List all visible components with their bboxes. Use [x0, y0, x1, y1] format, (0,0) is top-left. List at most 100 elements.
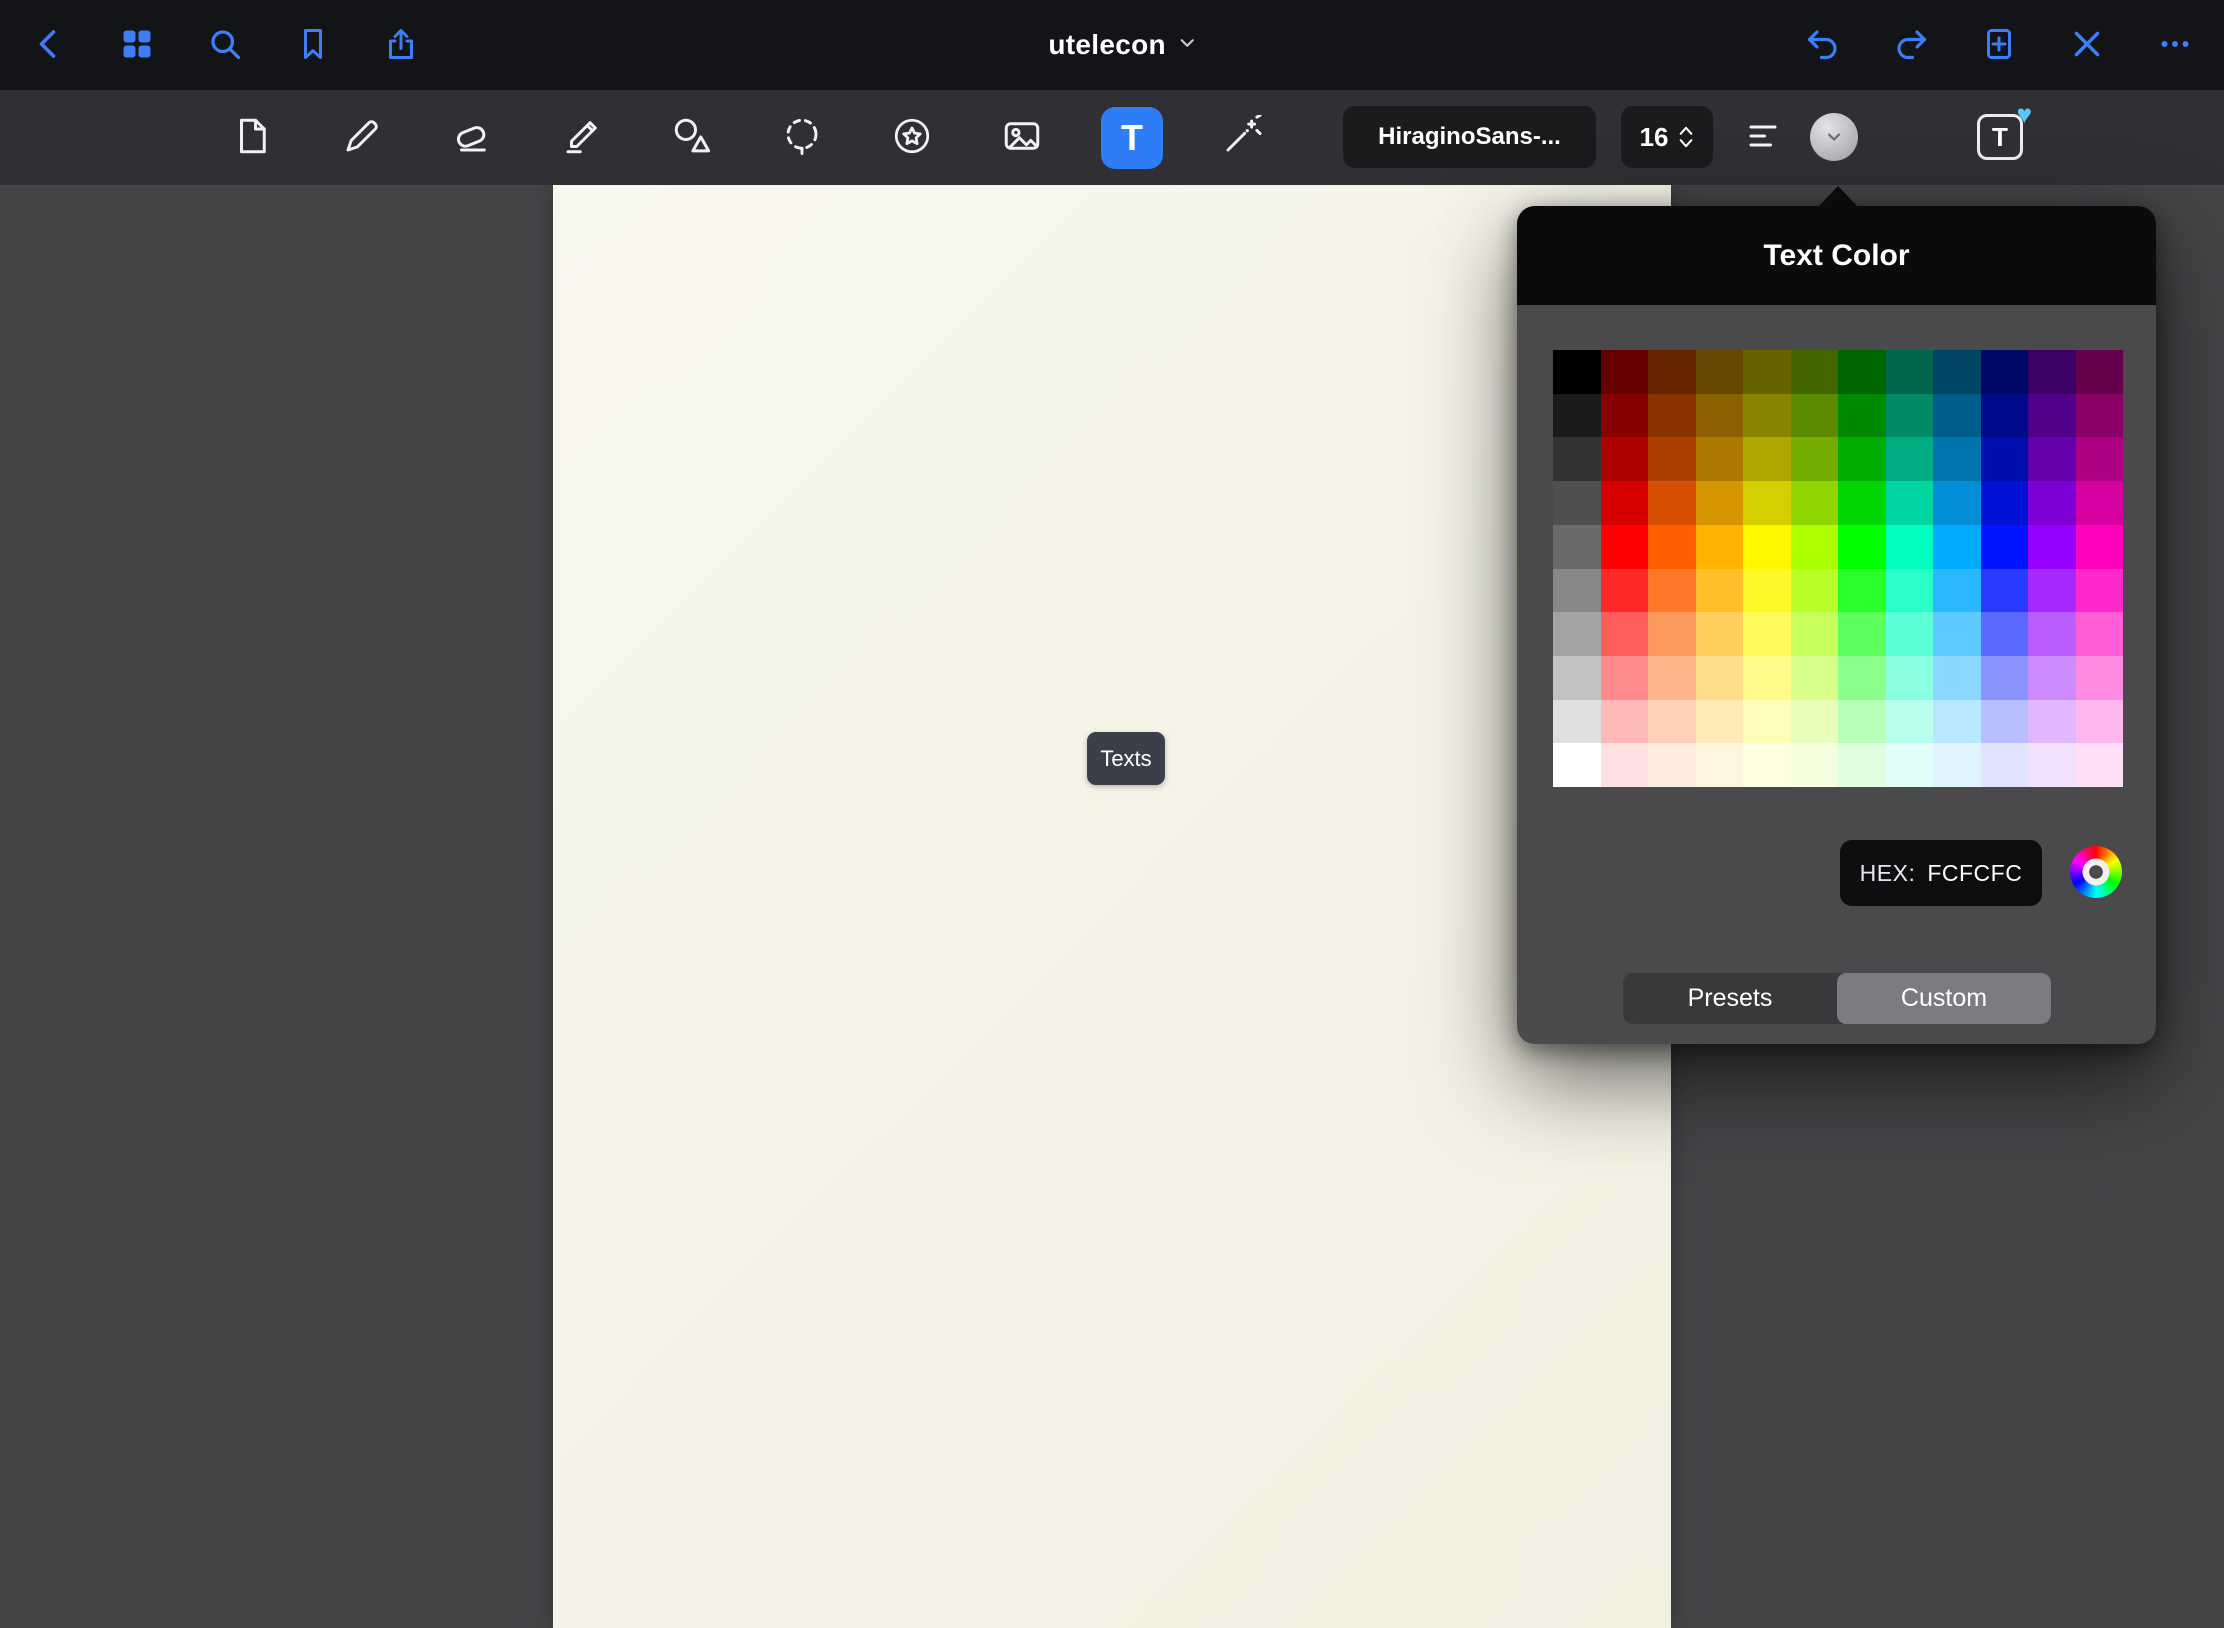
- color-swatch[interactable]: [1933, 612, 1981, 656]
- notebook-page[interactable]: Texts: [553, 185, 1671, 1628]
- color-swatch[interactable]: [1648, 437, 1696, 481]
- color-swatch[interactable]: [1886, 700, 1934, 744]
- document-title-menu[interactable]: utelecon: [1048, 0, 1198, 90]
- color-swatch[interactable]: [1553, 700, 1601, 744]
- undo-button[interactable]: [1794, 16, 1852, 74]
- color-swatch[interactable]: [1696, 437, 1744, 481]
- tool-laser-button[interactable]: [1211, 107, 1273, 169]
- color-wheel-button[interactable]: [2070, 846, 2122, 898]
- color-swatch[interactable]: [2076, 481, 2124, 525]
- back-button[interactable]: [20, 16, 78, 74]
- color-swatch[interactable]: [1791, 569, 1839, 613]
- color-swatch[interactable]: [1981, 700, 2029, 744]
- color-swatch[interactable]: [1838, 394, 1886, 438]
- color-swatch[interactable]: [1553, 569, 1601, 613]
- color-swatch[interactable]: [1886, 481, 1934, 525]
- color-swatch[interactable]: [1696, 700, 1744, 744]
- color-swatch[interactable]: [2076, 394, 2124, 438]
- color-swatch[interactable]: [1933, 481, 1981, 525]
- color-swatch[interactable]: [2076, 656, 2124, 700]
- color-swatch[interactable]: [1838, 525, 1886, 569]
- tool-eraser-button[interactable]: [441, 107, 503, 169]
- color-swatch[interactable]: [1648, 700, 1696, 744]
- color-swatch[interactable]: [1696, 612, 1744, 656]
- tool-image-button[interactable]: [991, 107, 1053, 169]
- color-swatch[interactable]: [2076, 612, 2124, 656]
- text-object[interactable]: Texts: [1087, 732, 1165, 785]
- color-swatch[interactable]: [1648, 350, 1696, 394]
- color-swatch[interactable]: [1743, 569, 1791, 613]
- bookmark-button[interactable]: [284, 16, 342, 74]
- color-swatch[interactable]: [1791, 481, 1839, 525]
- color-swatch[interactable]: [1791, 612, 1839, 656]
- color-swatch[interactable]: [2076, 350, 2124, 394]
- tool-reader-button[interactable]: [221, 107, 283, 169]
- color-swatch[interactable]: [1601, 569, 1649, 613]
- color-swatch[interactable]: [1696, 656, 1744, 700]
- color-swatch[interactable]: [2028, 743, 2076, 787]
- color-swatch[interactable]: [1791, 656, 1839, 700]
- color-swatch[interactable]: [1981, 481, 2029, 525]
- color-swatch[interactable]: [1981, 394, 2029, 438]
- color-swatch[interactable]: [1601, 394, 1649, 438]
- color-swatch[interactable]: [1601, 743, 1649, 787]
- color-swatch[interactable]: [1933, 525, 1981, 569]
- text-style-favorite-button[interactable]: T ♥: [1972, 109, 2028, 165]
- hex-input[interactable]: HEX: FCFCFC: [1840, 840, 2042, 906]
- tab-custom[interactable]: Custom: [1837, 973, 2051, 1024]
- color-swatch[interactable]: [2028, 569, 2076, 613]
- color-swatch[interactable]: [2076, 437, 2124, 481]
- color-swatch[interactable]: [1981, 656, 2029, 700]
- color-swatch[interactable]: [1933, 350, 1981, 394]
- color-swatch[interactable]: [1553, 350, 1601, 394]
- text-color-button[interactable]: [1810, 113, 1858, 161]
- color-swatch[interactable]: [1696, 350, 1744, 394]
- color-swatch[interactable]: [1743, 481, 1791, 525]
- tool-highlighter-button[interactable]: [551, 107, 613, 169]
- tool-text-button[interactable]: T: [1101, 107, 1163, 169]
- color-swatch[interactable]: [1696, 569, 1744, 613]
- color-swatch[interactable]: [1601, 700, 1649, 744]
- color-swatch[interactable]: [1648, 481, 1696, 525]
- color-swatch[interactable]: [1838, 700, 1886, 744]
- color-swatch[interactable]: [1838, 743, 1886, 787]
- color-swatch[interactable]: [1981, 569, 2029, 613]
- color-swatch[interactable]: [1791, 437, 1839, 481]
- color-swatch[interactable]: [1791, 350, 1839, 394]
- redo-button[interactable]: [1882, 16, 1940, 74]
- color-swatch[interactable]: [1886, 394, 1934, 438]
- color-swatch[interactable]: [1981, 437, 2029, 481]
- exit-edit-mode-button[interactable]: [2058, 16, 2116, 74]
- color-swatch[interactable]: [1743, 612, 1791, 656]
- color-swatch[interactable]: [1601, 481, 1649, 525]
- color-swatch[interactable]: [1886, 656, 1934, 700]
- color-swatch[interactable]: [1743, 743, 1791, 787]
- page-thumbnails-button[interactable]: [108, 16, 166, 74]
- color-swatch[interactable]: [2028, 481, 2076, 525]
- color-swatch[interactable]: [1648, 656, 1696, 700]
- add-page-button[interactable]: [1970, 16, 2028, 74]
- color-swatch[interactable]: [1933, 743, 1981, 787]
- color-swatch[interactable]: [1553, 437, 1601, 481]
- share-button[interactable]: [372, 16, 430, 74]
- color-swatch[interactable]: [1743, 394, 1791, 438]
- color-swatch[interactable]: [2028, 525, 2076, 569]
- color-swatch[interactable]: [1648, 569, 1696, 613]
- color-swatch[interactable]: [1553, 481, 1601, 525]
- color-swatch[interactable]: [1553, 394, 1601, 438]
- font-family-button[interactable]: HiraginoSans-...: [1343, 106, 1596, 168]
- color-swatch[interactable]: [1838, 656, 1886, 700]
- color-swatch[interactable]: [1553, 743, 1601, 787]
- color-swatch[interactable]: [1743, 700, 1791, 744]
- color-swatch[interactable]: [1791, 394, 1839, 438]
- color-swatch[interactable]: [2028, 437, 2076, 481]
- color-swatch[interactable]: [1743, 437, 1791, 481]
- color-swatch[interactable]: [1886, 525, 1934, 569]
- color-swatch[interactable]: [1933, 394, 1981, 438]
- color-swatch[interactable]: [1838, 350, 1886, 394]
- color-swatch[interactable]: [2076, 569, 2124, 613]
- color-swatch[interactable]: [1933, 700, 1981, 744]
- search-button[interactable]: [196, 16, 254, 74]
- color-swatch[interactable]: [1696, 481, 1744, 525]
- color-swatch[interactable]: [2028, 656, 2076, 700]
